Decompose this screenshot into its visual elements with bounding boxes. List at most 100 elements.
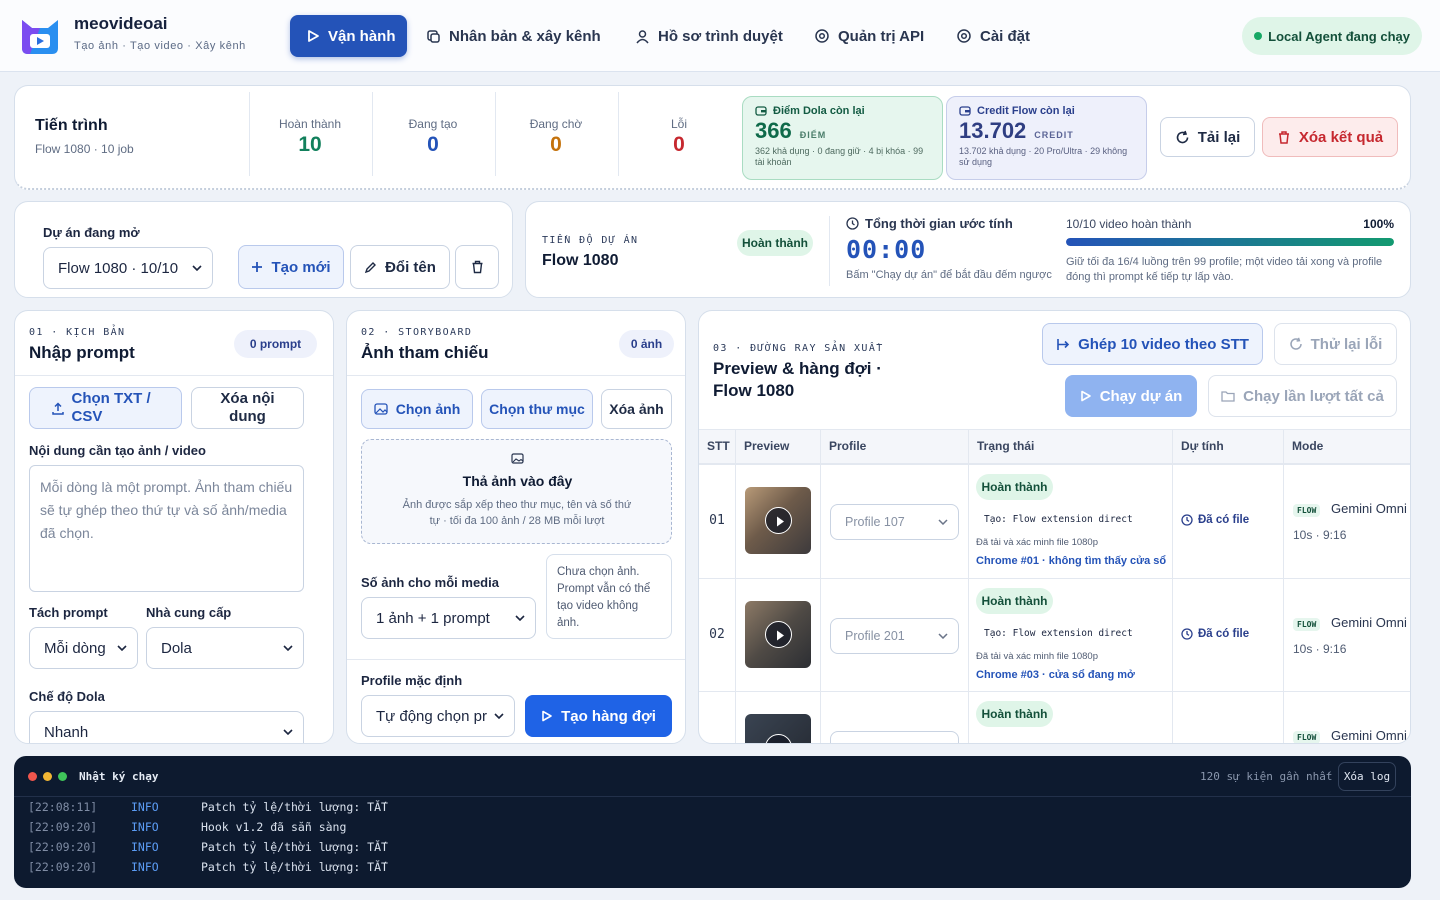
play-icon[interactable] [765, 621, 792, 648]
log-level: INFO [131, 800, 159, 814]
stat-error-value: 0 [673, 133, 685, 156]
images-per-media-select[interactable]: 1 ảnh + 1 prompt [361, 597, 536, 639]
log-event-count: 120 sự kiện gần nhất [1200, 770, 1333, 783]
prompt-textarea[interactable]: Mỗi dòng là một prompt. Ảnh tham chiếu s… [29, 465, 304, 592]
divider [14, 796, 1411, 797]
merge-videos-button[interactable]: Ghép 10 video theo STT [1042, 323, 1263, 365]
log-time: [22:09:20] [28, 860, 98, 874]
chevron-down-icon [515, 615, 525, 621]
stat-completed-label: Hoàn thành [278, 117, 342, 131]
credit-icon [959, 105, 971, 117]
row-profile-select[interactable] [830, 731, 959, 743]
image-count-badge: 0 ảnh [619, 330, 674, 358]
dola-detail: 362 khả dụng · 0 đang giữ · 4 bị khóa · … [755, 146, 924, 167]
project-select-value: Flow 1080 · 10/10 [58, 259, 179, 277]
log-message: Hook v1.2 đã sẵn sàng [201, 820, 347, 834]
column-header-stt: STT [707, 439, 730, 453]
provider-select[interactable]: Dola [146, 627, 304, 669]
row-status-detail: Đã tải và xác minh file 1080p [976, 651, 1098, 662]
play-icon [306, 29, 320, 43]
choose-txt-csv-button[interactable]: Chọn TXT / CSV [29, 387, 182, 429]
stat-creating-value: 0 [427, 133, 439, 156]
project-select[interactable]: Flow 1080 · 10/10 [43, 247, 213, 289]
clock-icon [1181, 514, 1193, 526]
row-mode-name: Gemini Omni [1331, 501, 1407, 516]
trash-icon [1277, 130, 1291, 145]
chevron-down-icon [938, 633, 948, 639]
new-project-button[interactable]: Tạo mới [238, 245, 344, 289]
stat-waiting-label: Đang chờ [529, 117, 583, 131]
clear-content-button[interactable]: Xóa nội dung [191, 387, 304, 429]
image-drop-zone[interactable]: Thả ảnh vào đây Ảnh được sắp xếp theo th… [361, 439, 672, 544]
choose-folder-button[interactable]: Chọn thư mục [481, 389, 593, 429]
clear-results-button[interactable]: Xóa kết quả [1262, 117, 1398, 157]
table-row[interactable]: 02 Profile 201 Hoàn thành Tạo: Flow exte… [699, 578, 1410, 691]
divider [829, 216, 830, 286]
storyboard-panel: 02 · STORYBOARD Ảnh tham chiếu 0 ảnh Chọ… [346, 310, 686, 744]
row-stt: 02 [709, 627, 725, 642]
split-prompt-label: Tách prompt [29, 605, 108, 620]
default-profile-select[interactable]: Tự động chọn pr [361, 695, 515, 737]
row-profile-select[interactable]: Profile 107 [830, 504, 959, 540]
progress-subtitle: Flow 1080 · 10 job [35, 142, 134, 156]
row-profile-select[interactable]: Profile 201 [830, 618, 959, 654]
create-queue-button[interactable]: Tạo hàng đợi [525, 695, 672, 737]
play-icon[interactable] [765, 734, 792, 743]
dola-mode-select[interactable]: Nhanh [29, 711, 304, 743]
row-status-detail: Đã tải và xác minh file 1080p [976, 537, 1098, 548]
video-preview-thumbnail[interactable] [745, 601, 811, 668]
video-preview-thumbnail[interactable] [745, 487, 811, 554]
nav-tab-nhan-ban[interactable]: Nhân bản & xây kênh [410, 15, 617, 57]
default-profile-label: Profile mặc định [361, 673, 463, 688]
row-mode-name: Gemini Omni [1331, 728, 1407, 743]
stat-creating-label: Đang tạo [408, 117, 458, 131]
chevron-down-icon [938, 519, 948, 525]
rename-project-button[interactable]: Đổi tên [350, 245, 450, 289]
nav-tab-van-hanh[interactable]: Vận hành [290, 15, 407, 57]
row-mode-time: 10s · 9:16 [1293, 642, 1347, 656]
script-eyebrow: 01 · KỊCH BẢN [29, 327, 126, 338]
brand-name: meovideoai [74, 14, 168, 33]
log-line: [22:09:20] INFO Patch tỷ lệ/thời lượng: … [28, 840, 388, 854]
flow-credit-value: 13.702 [959, 118, 1027, 143]
log-message: Patch tỷ lệ/thời lượng: TẮT [201, 860, 388, 874]
storyboard-title: Ảnh tham chiếu [361, 343, 489, 362]
column-header-status: Trạng thái [977, 439, 1035, 453]
pipeline-title: Preview & hàng đợi · Flow 1080 [713, 359, 882, 400]
reload-button[interactable]: Tải lại [1160, 117, 1255, 157]
estimated-time-label: Tổng thời gian ước tính [865, 216, 1013, 231]
retry-errors-button[interactable]: Thử lại lỗi [1274, 323, 1397, 365]
image-icon [511, 453, 524, 464]
split-prompt-select[interactable]: Mỗi dòng [29, 627, 138, 669]
default-profile-value: Tự động chọn pr [376, 707, 487, 725]
progress-note: Giữ tối đa 16/4 luồng trên 99 profile; m… [1066, 256, 1383, 283]
table-row[interactable]: Hoàn thành FLOW Gemini Omni [699, 691, 1410, 743]
clear-images-button[interactable]: Xóa ảnh [601, 389, 672, 429]
clock-icon [1181, 628, 1193, 640]
choose-images-button[interactable]: Chọn ảnh [361, 389, 473, 429]
clock-icon [846, 217, 859, 230]
upload-icon [51, 401, 64, 415]
images-per-media-label: Số ảnh cho mỗi media [361, 575, 499, 590]
nav-tab-ho-so[interactable]: Hồ sơ trình duyệt [619, 15, 799, 57]
project-progress-fill [1066, 238, 1394, 246]
status-dot-icon [1254, 32, 1263, 40]
log-level: INFO [131, 820, 159, 834]
clear-log-button[interactable]: Xóa log [1338, 762, 1396, 791]
video-preview-thumbnail[interactable] [745, 714, 811, 743]
run-all-sequential-button[interactable]: Chạy lần lượt tất cả [1208, 375, 1397, 417]
brand-subtitle: Tạo ảnh · Tạo video · Xây kênh [74, 40, 246, 52]
nav-tab-cai-dat[interactable]: Cài đặt [940, 15, 1046, 57]
nav-tab-quan-tri-api[interactable]: Quản trị API [798, 15, 940, 57]
delete-project-button[interactable] [455, 245, 499, 289]
top-navigation-bar: meovideoai Tạo ảnh · Tạo video · Xây kên… [0, 0, 1440, 72]
table-row[interactable]: 01 Profile 107 Hoàn thành Tạo: Flow exte… [699, 464, 1410, 578]
progress-percent: 100% [1363, 217, 1394, 231]
flow-credit-card: Credit Flow còn lại 13.702 CREDIT 13.702… [946, 96, 1147, 180]
play-icon[interactable] [765, 507, 792, 534]
chevron-down-icon [283, 645, 293, 651]
run-project-button[interactable]: Chạy dự án [1065, 375, 1197, 417]
content-label: Nội dung cần tạo ảnh / video [29, 443, 206, 458]
choose-folder-label: Chọn thư mục [489, 401, 585, 417]
window-dot-green-icon [58, 772, 67, 781]
